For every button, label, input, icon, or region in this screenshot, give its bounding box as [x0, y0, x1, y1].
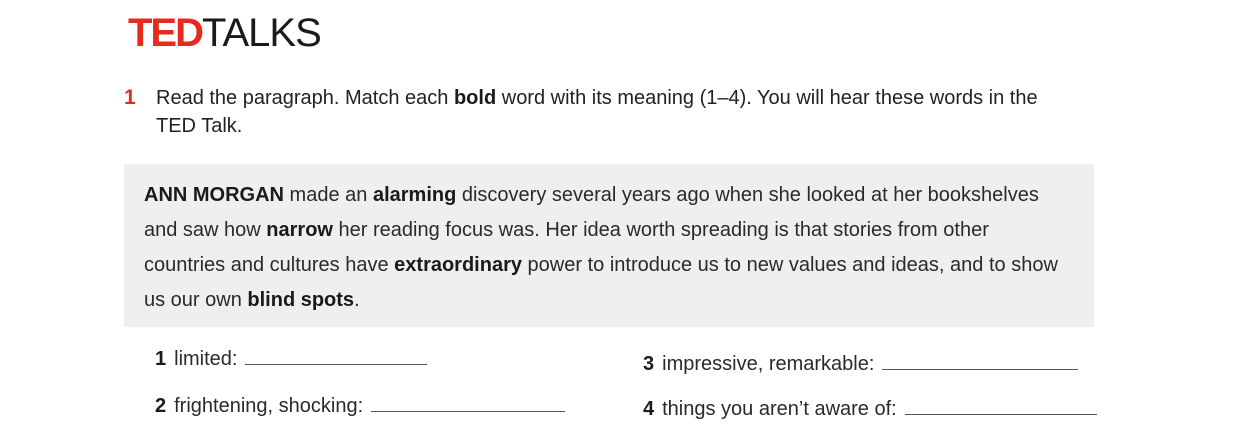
answer-blank-1[interactable] [245, 363, 428, 365]
meaning-item-1: 1 limited: [155, 346, 428, 372]
meaning-item-2: 2 frightening, shocking: [155, 393, 566, 419]
instruction-text-part: Read the paragraph. Match each [156, 87, 454, 109]
item-number: 3 [643, 353, 655, 375]
item-number: 2 [155, 395, 167, 417]
exercise-number: 1 [124, 86, 136, 109]
reading-passage: ANN MORGAN made an alarming discovery se… [124, 164, 1094, 327]
bold-word-alarming: alarming [372, 184, 457, 206]
meaning-item-4: 4 things you aren’t aware of: [643, 396, 1097, 422]
meaning-item-3: 3 impressive, remarkable: [643, 351, 1079, 377]
item-meaning: impressive, remarkable: [662, 353, 875, 375]
ted-talks-logo: TEDTALKS [128, 10, 322, 56]
item-meaning: limited: [174, 348, 238, 370]
answer-blank-4[interactable] [904, 413, 1097, 415]
item-meaning: things you aren’t aware of: [662, 398, 897, 420]
passage-text: made an [284, 184, 373, 206]
answer-blank-3[interactable] [882, 368, 1079, 370]
instruction-text: Read the paragraph. Match each bold word… [156, 84, 1076, 140]
passage-text: . [354, 289, 360, 311]
bold-word-extraordinary: extraordinary [394, 254, 522, 276]
item-number: 1 [155, 348, 167, 370]
answer-blank-2[interactable] [371, 410, 566, 412]
passage-name: ANN MORGAN [144, 184, 284, 206]
bold-word-narrow: narrow [266, 219, 333, 241]
logo-talks: TALKS [202, 11, 322, 55]
item-meaning: frightening, shocking: [174, 395, 364, 417]
logo-ted: TED [128, 11, 204, 55]
bold-word-blind-spots: blind spots [247, 289, 355, 311]
passage-paragraph: ANN MORGAN made an alarming discovery se… [144, 178, 1064, 318]
instruction-bold-word: bold [453, 87, 497, 109]
item-number: 4 [643, 398, 655, 420]
